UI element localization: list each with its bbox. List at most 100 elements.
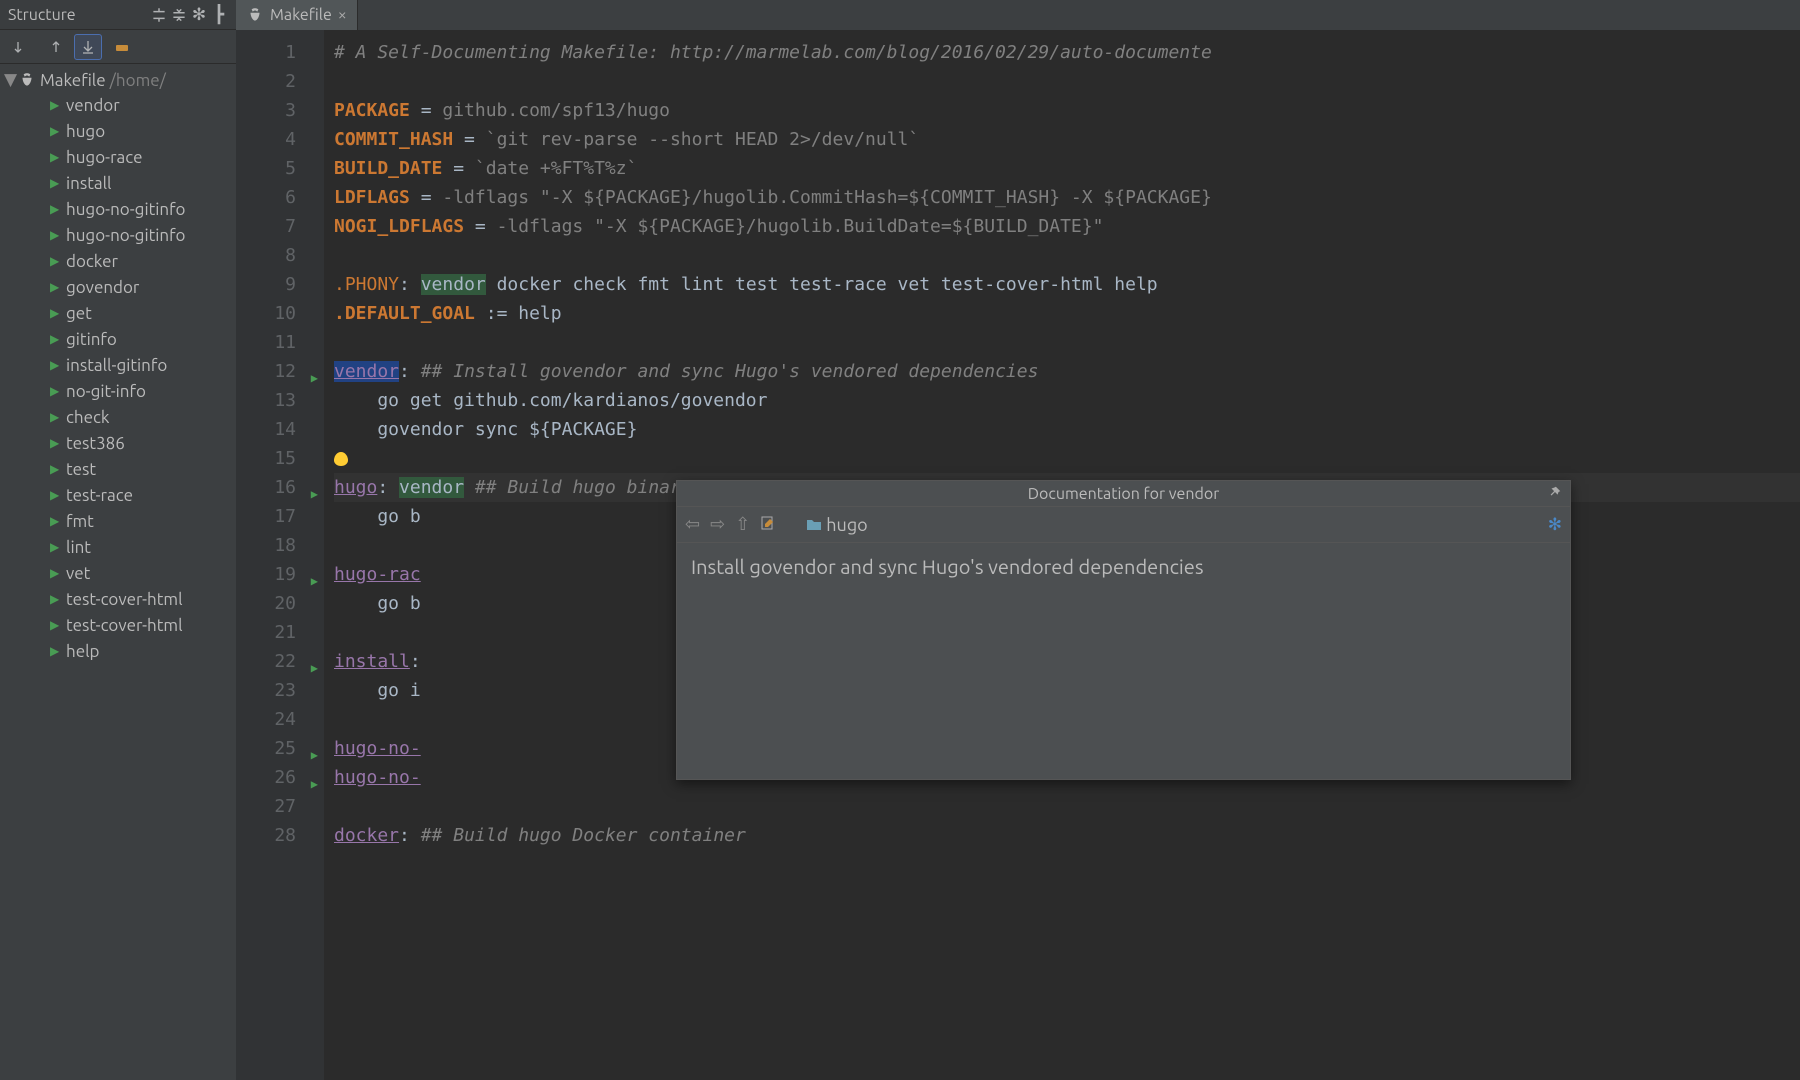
- triangle-icon: ▶: [50, 358, 62, 372]
- tab-makefile[interactable]: Makefile ×: [236, 0, 358, 30]
- code-line[interactable]: COMMIT_HASH = `git rev-parse --short HEA…: [334, 125, 1800, 154]
- sidebar-item-check[interactable]: ▶check: [50, 404, 236, 430]
- sidebar-item-fmt[interactable]: ▶ fmt: [50, 508, 236, 534]
- popup-body: Install govendor and sync Hugo's vendore…: [677, 543, 1570, 779]
- sidebar-item-test-cover-html[interactable]: ▶test-cover-html: [50, 612, 236, 638]
- documentation-popup: Documentation for vendor ⇦ ⇨ ⇧ hugo ✻ In…: [676, 480, 1571, 780]
- structure-panel: Structure ✻ ┣: [0, 0, 236, 1080]
- code-line[interactable]: vendor: ## Install govendor and sync Hug…: [334, 357, 1800, 386]
- code-line[interactable]: BUILD_DATE = `date +%FT%T%z`: [334, 154, 1800, 183]
- close-icon[interactable]: ×: [338, 6, 347, 24]
- group-icon[interactable]: [108, 34, 136, 60]
- gear-icon[interactable]: ✻: [1548, 515, 1562, 535]
- triangle-icon: ▶: [50, 410, 62, 424]
- triangle-icon: ▶: [50, 306, 62, 320]
- sidebar-item-vet[interactable]: ▶vet: [50, 560, 236, 586]
- sort-alpha-icon[interactable]: [6, 34, 34, 60]
- sidebar-item-label: govendor: [66, 278, 139, 297]
- code-line[interactable]: .PHONY: vendor docker check fmt lint tes…: [334, 270, 1800, 299]
- sidebar-item-label: docker: [66, 252, 118, 271]
- sidebar-item-label: fmt: [66, 512, 94, 531]
- sidebar-item-docker[interactable]: ▶docker: [50, 248, 236, 274]
- sidebar-item-vendor[interactable]: ▶vendor: [50, 92, 236, 118]
- sidebar-item-label: no-git-info: [66, 382, 146, 401]
- sidebar-item-gitinfo[interactable]: ▶gitinfo: [50, 326, 236, 352]
- code-line[interactable]: .DEFAULT_GOAL := help: [334, 299, 1800, 328]
- fold-icon[interactable]: ▶: [308, 741, 318, 751]
- fold-icon[interactable]: ▶: [308, 654, 318, 664]
- fold-icon[interactable]: ▶: [308, 480, 318, 490]
- sidebar-item-label: vendor: [66, 96, 120, 115]
- edit-icon[interactable]: [760, 515, 776, 535]
- triangle-icon: ▶: [50, 436, 62, 450]
- triangle-icon: ▶: [50, 280, 62, 294]
- pin-icon[interactable]: [1548, 485, 1562, 503]
- triangle-icon: ▶: [50, 514, 62, 528]
- sidebar-item-label: hugo-no-gitinfo: [66, 226, 186, 245]
- forward-icon[interactable]: ⇨: [710, 514, 725, 535]
- sidebar-item-help[interactable]: ▶help: [50, 638, 236, 664]
- popup-project-label: hugo: [826, 515, 867, 535]
- sidebar-item-govendor[interactable]: ▶ govendor: [50, 274, 236, 300]
- intention-bulb-icon[interactable]: [334, 452, 348, 466]
- triangle-icon: ▶: [50, 176, 62, 190]
- sidebar-item-test-cover-html[interactable]: ▶ test-cover-html: [50, 586, 236, 612]
- fold-icon[interactable]: ▶: [308, 364, 318, 374]
- sidebar-item-hugo[interactable]: ▶hugo: [50, 118, 236, 144]
- code-line[interactable]: NOGI_LDFLAGS = -ldflags "-X ${PACKAGE}/h…: [334, 212, 1800, 241]
- hide-icon[interactable]: ┣: [210, 5, 228, 25]
- code-line[interactable]: [334, 241, 1800, 270]
- code-line[interactable]: govendor sync ${PACKAGE}: [334, 415, 1800, 444]
- sidebar-item-test-race[interactable]: ▶test-race: [50, 482, 236, 508]
- tree-root-path: /home/: [110, 71, 166, 90]
- code-line[interactable]: go get github.com/kardianos/govendor: [334, 386, 1800, 415]
- gutter[interactable]: 123456789101112▶13141516▶171819▶202122▶2…: [236, 30, 324, 1080]
- sidebar-item-hugo-race[interactable]: ▶hugo-race: [50, 144, 236, 170]
- fold-icon[interactable]: ▶: [308, 567, 318, 577]
- sidebar-item-get[interactable]: ▶get: [50, 300, 236, 326]
- autoscroll-icon[interactable]: [74, 34, 102, 60]
- code-line[interactable]: LDFLAGS = -ldflags "-X ${PACKAGE}/hugoli…: [334, 183, 1800, 212]
- tree-root[interactable]: ▼ Makefile /home/: [0, 68, 236, 92]
- sidebar-item-install[interactable]: ▶ install: [50, 170, 236, 196]
- sidebar-item-hugo-no-gitinfo[interactable]: ▶hugo-no-gitinfo: [50, 222, 236, 248]
- sidebar-item-label: hugo-race: [66, 148, 142, 167]
- sidebar-item-label: test-cover-html: [66, 616, 183, 635]
- code-line[interactable]: [334, 444, 1800, 473]
- sidebar-item-hugo-no-gitinfo[interactable]: ▶hugo-no-gitinfo: [50, 196, 236, 222]
- code-line[interactable]: [334, 67, 1800, 96]
- sidebar-item-lint[interactable]: ▶lint: [50, 534, 236, 560]
- tree-root-label: Makefile: [40, 71, 106, 90]
- popup-project[interactable]: hugo: [806, 515, 867, 535]
- sidebar-item-test[interactable]: ▶test: [50, 456, 236, 482]
- code-line[interactable]: [334, 792, 1800, 821]
- collapse-icon[interactable]: [170, 5, 188, 25]
- back-icon[interactable]: ⇦: [685, 514, 700, 535]
- popup-title-bar[interactable]: Documentation for vendor: [677, 481, 1570, 507]
- gear-icon[interactable]: ✻: [190, 5, 208, 25]
- sidebar-item-label: install: [66, 174, 112, 193]
- expand-icon[interactable]: [150, 5, 168, 25]
- triangle-icon: ▶: [50, 592, 62, 606]
- popup-title: Documentation for vendor: [1028, 485, 1220, 503]
- sidebar-item-test386[interactable]: ▶ test386: [50, 430, 236, 456]
- code-line[interactable]: docker: ## Build hugo Docker container: [334, 821, 1800, 850]
- sidebar-item-label: test-cover-html: [66, 590, 183, 609]
- structure-toolbar: [0, 30, 236, 64]
- triangle-icon: ▶: [50, 566, 62, 580]
- fold-icon[interactable]: ▶: [308, 770, 318, 780]
- chevron-down-icon[interactable]: ▼: [4, 70, 18, 90]
- sidebar-item-install-gitinfo[interactable]: ▶install-gitinfo: [50, 352, 236, 378]
- triangle-icon: ▶: [50, 540, 62, 554]
- code-line[interactable]: # A Self-Documenting Makefile: http://ma…: [334, 38, 1800, 67]
- triangle-icon: ▶: [50, 124, 62, 138]
- up-icon[interactable]: ⇧: [735, 514, 750, 535]
- structure-tree[interactable]: ▼ Makefile /home/ ▶vendor▶hugo▶hugo-race…: [0, 64, 236, 1080]
- sidebar-item-label: test386: [66, 434, 125, 453]
- sidebar-item-no-git-info[interactable]: ▶no-git-info: [50, 378, 236, 404]
- editor-tabs: Makefile ×: [236, 0, 1800, 30]
- code-line[interactable]: [334, 328, 1800, 357]
- code-line[interactable]: PACKAGE = github.com/spf13/hugo: [334, 96, 1800, 125]
- sort-type-icon[interactable]: [40, 34, 68, 60]
- triangle-icon: ▶: [50, 644, 62, 658]
